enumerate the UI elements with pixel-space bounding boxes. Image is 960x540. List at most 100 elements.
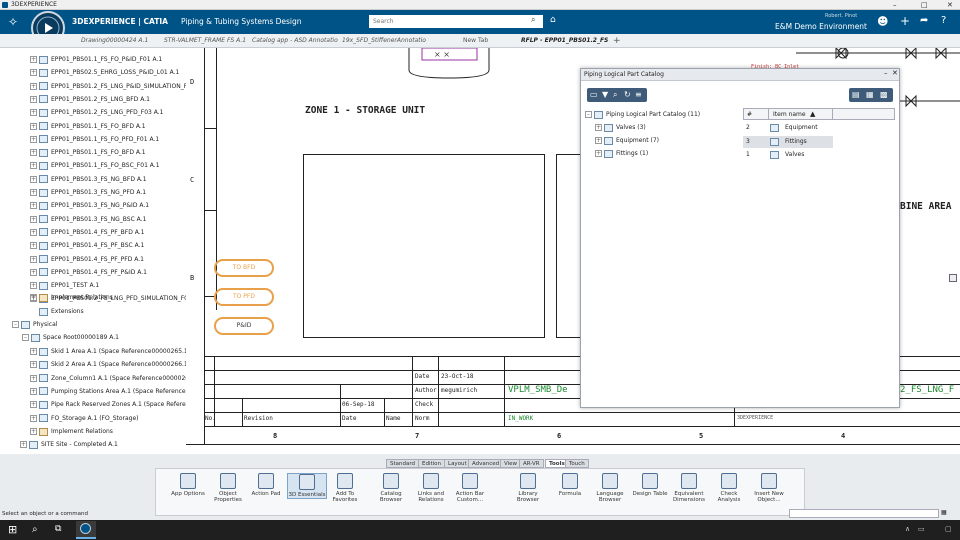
expand-icon[interactable]: + [30, 294, 37, 301]
expand-icon[interactable]: + [30, 361, 37, 369]
tree-item-space[interactable]: + Zone_Column1 A.1 (Space Reference000002… [30, 372, 201, 385]
toolbar-button[interactable]: Language Browser [590, 473, 630, 503]
tree-item-physical[interactable]: – Physical [12, 318, 57, 331]
tree-item-space[interactable]: + FO_Storage A.1 (FO_Storage) [30, 412, 139, 425]
expand-icon[interactable]: + [30, 255, 37, 263]
tree-item-drawing[interactable]: + EPP01_PBS01.3_FS_NG_P&ID A.1 [30, 199, 149, 212]
expand-icon[interactable]: + [30, 282, 37, 290]
tree-item-site[interactable]: + SITE Site - Completed A.1 [20, 438, 118, 451]
view-list-icon[interactable]: ▤ [852, 90, 860, 99]
section-tab[interactable]: Advanced [468, 459, 504, 468]
catalog-row[interactable]: 2 Equipment [743, 122, 833, 134]
collapse-icon[interactable]: – [585, 111, 592, 118]
network-icon[interactable]: ▭ [918, 525, 925, 533]
refresh-icon[interactable]: ↻ [624, 90, 631, 99]
section-tab[interactable]: Layout [444, 459, 471, 468]
section-tab[interactable]: Standard [386, 459, 420, 468]
tree-item-drawing[interactable]: + EPP01_PBS02.5_EHRG_LOSS_P&ID_L01 A.1 [30, 66, 179, 79]
tree-item-drawing[interactable]: + EPP01_PBS01.3_FS_NG_BSC A.1 [30, 213, 146, 226]
share-icon[interactable]: ➦ [920, 15, 928, 26]
tree-item-drawing[interactable]: + EPP01_PBS01.3_FS_NG_BFD A.1 [30, 173, 147, 186]
new-tab-icon[interactable]: + [613, 34, 621, 48]
toolbar-button[interactable]: Insert New Object... [749, 473, 789, 503]
toolbar-button[interactable]: Action Bar Custom... [450, 473, 490, 503]
system-tray-icon[interactable]: ∧ [905, 525, 910, 533]
details-icon[interactable]: ≡ [635, 90, 642, 99]
tree-item-drawing[interactable]: + EPP01_PBS01.4_FS_PF_BSC A.1 [30, 239, 144, 252]
tree-item-space[interactable]: + Skid 1 Area A.1 (Space Reference0000026… [30, 345, 190, 358]
section-tab[interactable]: Touch [565, 459, 589, 468]
toolbar-button[interactable]: Equivalent Dimensions [669, 473, 709, 503]
tree-item-drawing[interactable]: + EPP01_PBS01.4_FS_PF_PFD A.1 [30, 253, 144, 266]
toolbar-button[interactable]: Object Properties [208, 473, 248, 503]
sort-ascending-icon[interactable]: ▲ [810, 110, 815, 118]
toolbar-button[interactable]: App Options [168, 473, 208, 497]
toolbar-button[interactable]: Formula [550, 473, 590, 497]
toolbar-button[interactable]: Check Analysis [709, 473, 749, 503]
tree-item-implement-relations[interactable]: + Implement Relations [30, 291, 113, 304]
tree-item-drawing[interactable]: + EPP01_PBS01.1_FS_FO_P&ID_F01 A.1 [30, 53, 162, 66]
filter-icon[interactable]: ▼ [602, 90, 608, 99]
catalog-close-button[interactable]: ✕ [892, 69, 898, 77]
search-input[interactable] [369, 15, 543, 28]
zone-box-1[interactable] [303, 154, 545, 338]
expand-icon[interactable]: + [30, 428, 37, 435]
expand-icon[interactable]: + [595, 150, 602, 157]
tree-item-drawing[interactable]: + EPP01_PBS01.4_FS_PF_P&ID A.1 [30, 266, 147, 279]
col-item-name-header[interactable]: Item name [773, 111, 806, 118]
expand-icon[interactable]: + [30, 401, 37, 409]
tree-item-drawing[interactable]: + EPP01_PBS01.1_FS_FO_PFD_F01 A.1 [30, 133, 159, 146]
pill-pid[interactable]: P&ID [214, 317, 274, 335]
catalog-item-fittings[interactable]: + Fittings (1) [595, 147, 648, 160]
user-avatar-icon[interactable]: ☻ [877, 15, 888, 28]
tree-item-implement-relations-2[interactable]: + Implement Relations [30, 425, 113, 438]
section-tab[interactable]: AR-VR [519, 459, 544, 468]
taskbar-search-icon[interactable]: ⌕ [32, 524, 38, 535]
tree-item-drawing[interactable]: + EPP01_PBS01.4_FS_PF_BFD A.1 [30, 226, 145, 239]
toolbar-button[interactable]: Links and Relations [411, 473, 451, 503]
expand-icon[interactable]: + [30, 414, 37, 422]
toolbar-button[interactable]: Design Table [630, 473, 670, 497]
expand-icon[interactable]: + [30, 387, 37, 395]
tab-catalog-app[interactable]: Catalog app - ASD Annotatio [252, 34, 340, 48]
tab-rflp[interactable]: RFLP - EPP01_PBS01.2_FS [521, 34, 609, 48]
tree-item-extensions[interactable]: Extensions [39, 305, 84, 318]
tree-item-drawing[interactable]: + EPP01_PBS01.3_FS_NG_PFD A.1 [30, 186, 146, 199]
expand-icon[interactable]: + [30, 175, 37, 183]
expand-icon[interactable]: + [30, 82, 37, 90]
view-grid-icon[interactable]: ▩ [880, 90, 888, 99]
task-view-icon[interactable]: ⧉ [55, 524, 61, 534]
search-icon[interactable]: ⌕ [531, 15, 535, 25]
tab-stiffener[interactable]: 19x_SFD_StiffenerAnnotatio [342, 34, 430, 48]
command-input[interactable] [789, 509, 939, 518]
tree-item-space[interactable]: + Skid 2 Area A.1 (Space Reference0000026… [30, 358, 190, 371]
side-panel-icon[interactable] [949, 274, 957, 282]
expand-icon[interactable]: + [30, 215, 37, 223]
tab-new[interactable]: New Tab [463, 34, 503, 48]
catalog-titlebar[interactable]: Piping Logical Part Catalog – ✕ [581, 69, 899, 81]
expand-icon[interactable]: + [30, 149, 37, 157]
tree-item-drawing[interactable]: + EPP01_PBS01.2_FS_LNG_PFD_F03 A.1 [30, 106, 164, 119]
expand-icon[interactable]: + [30, 135, 37, 143]
catalog-item-equipment[interactable]: + Equipment (7) [595, 134, 659, 147]
tree-item-space-root[interactable]: – Space Root00000189 A.1 [22, 331, 119, 344]
tree-item-drawing[interactable]: + EPP01_PBS01.2_FS_LNG_P&ID_SIMULATION_F0… [30, 80, 201, 93]
catalog-row[interactable]: 1 Valves [743, 149, 833, 161]
expand-icon[interactable]: + [30, 162, 37, 170]
environment-name[interactable]: E&M Demo Environment [775, 22, 867, 31]
expand-icon[interactable]: + [30, 109, 37, 117]
expand-icon[interactable]: + [30, 228, 37, 236]
section-tab[interactable]: View [500, 459, 522, 468]
folder-open-icon[interactable]: ▭ [590, 90, 598, 99]
section-tab[interactable]: Edition [418, 459, 446, 468]
toolbar-button[interactable]: Library Browser [508, 473, 548, 503]
tree-item-drawing[interactable]: + EPP01_PBS01.1_FS_FO_BFD A.1 [30, 120, 146, 133]
maximize-button[interactable]: □ [921, 0, 928, 10]
notifications-icon[interactable]: ▢ [945, 525, 952, 533]
toolbar-button[interactable]: Add To Favorites [325, 473, 365, 503]
expand-icon[interactable]: + [30, 122, 37, 130]
catalog-root[interactable]: – Piping Logical Part Catalog (11) [585, 108, 700, 121]
expand-icon[interactable]: + [30, 268, 37, 276]
tree-item-space[interactable]: + Pipe Rack Reserved Zones A.1 (Space Ref… [30, 398, 208, 411]
taskbar-app-3dexperience[interactable] [76, 521, 96, 539]
